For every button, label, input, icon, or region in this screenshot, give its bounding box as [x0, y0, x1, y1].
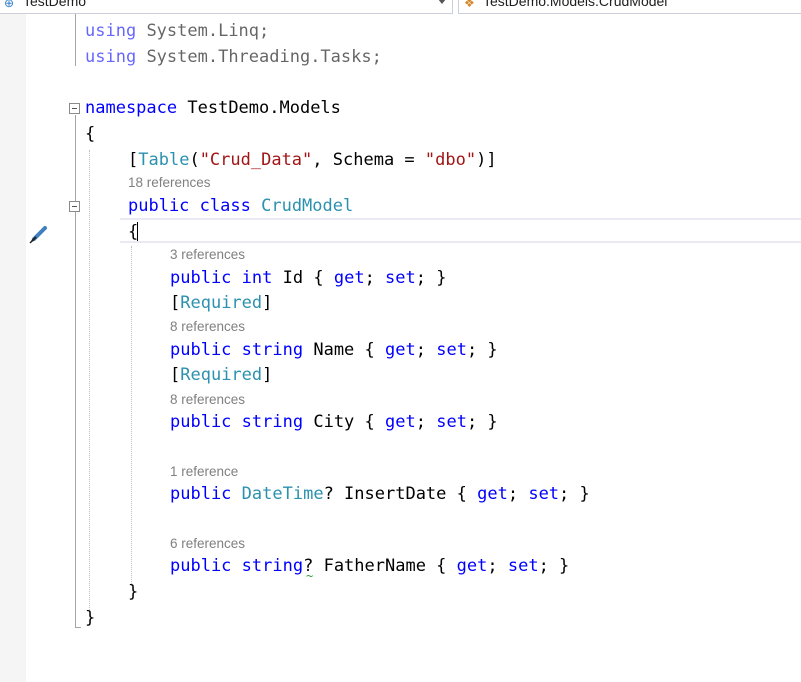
- property-name: City: [313, 412, 355, 432]
- namespace-name: TestDemo.Models: [187, 98, 341, 118]
- codelens-references[interactable]: 8 references: [170, 319, 245, 334]
- codelens-references[interactable]: 3 references: [170, 247, 245, 262]
- navigation-bar: ⊕ TestDemo ❖ TestDemo.Models.CrudModel: [0, 0, 801, 14]
- keyword: int: [241, 268, 273, 288]
- codelens-references[interactable]: 6 references: [170, 536, 245, 551]
- property-name: Id: [282, 268, 304, 288]
- outline-line-top: [75, 14, 76, 66]
- code-line: }: [128, 580, 138, 604]
- code-line: {: [85, 122, 95, 146]
- project-dropdown[interactable]: ⊕ TestDemo: [0, 0, 453, 14]
- code-line: public DateTime? InsertDate { get; set; …: [170, 484, 590, 504]
- keyword: string: [241, 556, 304, 576]
- code-line: [Required]: [170, 293, 273, 313]
- warning-squiggle[interactable]: ~: [306, 570, 313, 582]
- current-line-highlight: [120, 218, 801, 243]
- text-caret: [137, 222, 138, 241]
- keyword: public: [170, 268, 232, 288]
- keyword: set: [436, 412, 467, 432]
- code-line: }: [85, 606, 95, 630]
- keyword: public: [170, 484, 232, 504]
- code-line: public string Name { get; set; }: [170, 340, 498, 360]
- type-dropdown[interactable]: ❖ TestDemo.Models.CrudModel: [458, 0, 801, 14]
- outline-line-end: [75, 627, 81, 628]
- using-target: System.Linq;: [146, 21, 270, 41]
- keyword: get: [477, 484, 508, 504]
- property-name: InsertDate: [344, 484, 447, 504]
- identifier: Schema: [332, 150, 395, 170]
- code-line: public class CrudModel: [128, 194, 353, 218]
- indent-guide: [131, 246, 132, 586]
- keyword: set: [507, 556, 539, 576]
- code-line: [Required]: [170, 365, 273, 385]
- keyword: string: [241, 412, 304, 432]
- keyword: set: [528, 484, 560, 504]
- codelens-references[interactable]: 8 references: [170, 392, 245, 407]
- keyword: get: [333, 268, 365, 288]
- keyword: class: [199, 196, 251, 216]
- keyword: get: [385, 340, 416, 360]
- code-line: namespace TestDemo.Models: [85, 96, 341, 120]
- using-target: System.Threading.Tasks;: [146, 47, 382, 67]
- keyword: public: [170, 556, 232, 576]
- keyword: string: [241, 340, 304, 360]
- code-line: public string? FatherName { get; set; }: [170, 556, 570, 576]
- attribute-name: Required: [180, 293, 263, 313]
- keyword: using: [85, 21, 137, 41]
- property-name: Name: [313, 340, 355, 360]
- code-line: [Table("Crud_Data", Schema = "dbo")]: [128, 150, 497, 170]
- class-icon: ❖: [464, 0, 475, 10]
- keyword: set: [385, 268, 416, 288]
- code-line: public string City { get; set; }: [170, 412, 498, 432]
- collapse-icon[interactable]: [69, 201, 80, 212]
- paintbrush-icon[interactable]: [28, 223, 50, 245]
- string-literal: "dbo": [424, 150, 477, 170]
- indent-guide: [89, 150, 90, 610]
- keyword: get: [456, 556, 488, 576]
- project-dropdown-label: TestDemo: [23, 0, 87, 9]
- outline-line-namespace: [75, 115, 76, 628]
- keyword: public: [170, 412, 232, 432]
- keyword: namespace: [85, 98, 178, 118]
- class-name: CrudModel: [261, 196, 354, 216]
- keyword: public: [170, 340, 232, 360]
- glyph-margin: [0, 14, 26, 682]
- attribute-name: Required: [180, 365, 263, 385]
- keyword: using: [85, 47, 137, 67]
- codelens-references[interactable]: 1 reference: [170, 464, 238, 479]
- dropdown-arrow-icon[interactable]: [438, 0, 446, 4]
- string-literal: "Crud_Data": [199, 150, 313, 170]
- keyword: set: [436, 340, 467, 360]
- code-line: using System.Threading.Tasks;: [85, 45, 382, 69]
- type-dropdown-label: TestDemo.Models.CrudModel: [483, 0, 668, 9]
- attribute-name: Table: [138, 150, 190, 170]
- brace: }: [85, 608, 96, 628]
- property-name: FatherName: [323, 556, 426, 576]
- type-name: DateTime: [241, 484, 324, 504]
- collapse-icon[interactable]: [69, 103, 80, 114]
- brace: {: [85, 124, 96, 144]
- code-line: using System.Linq;: [85, 19, 269, 43]
- brace: }: [128, 582, 139, 602]
- code-line: public int Id { get; set; }: [170, 268, 447, 288]
- codelens-references[interactable]: 18 references: [128, 175, 211, 190]
- keyword: public: [128, 196, 190, 216]
- keyword: get: [385, 412, 416, 432]
- csharp-project-icon: ⊕: [4, 0, 15, 10]
